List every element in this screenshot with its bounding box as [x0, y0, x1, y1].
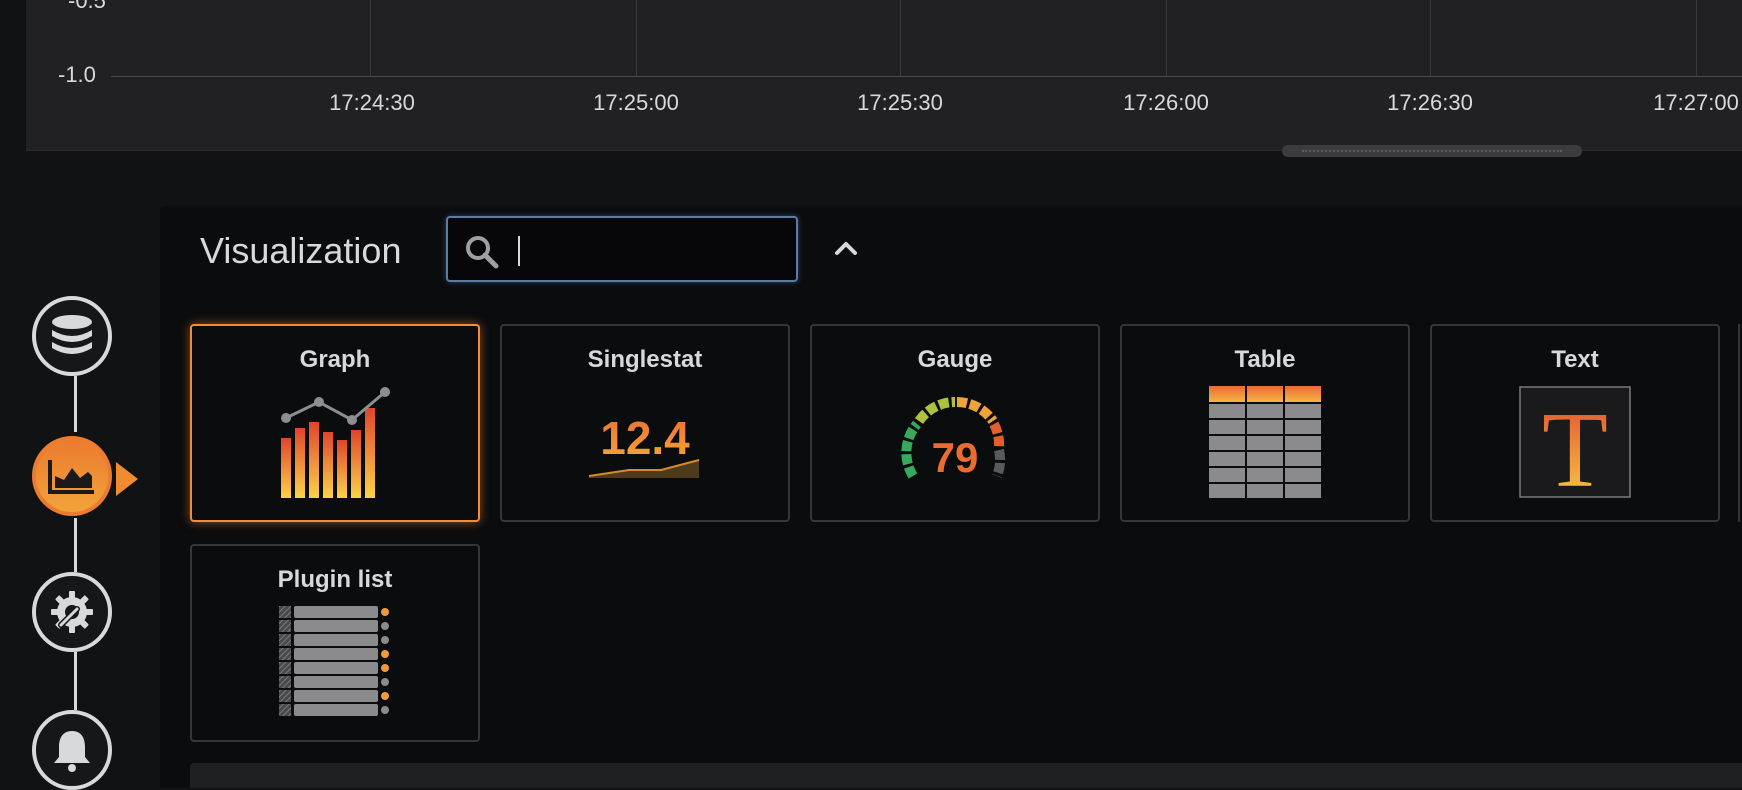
- visualization-search-box[interactable]: [446, 216, 798, 282]
- active-step-pointer: [116, 462, 138, 496]
- viz-card-table[interactable]: Table: [1120, 324, 1410, 522]
- text-caret: [518, 236, 520, 266]
- x-axis-tick: 17:24:30: [329, 90, 415, 115]
- x-axis-tick: 17:25:00: [593, 90, 679, 115]
- viz-card-label: Gauge: [917, 346, 993, 373]
- viz-card-label: Text: [1551, 346, 1599, 373]
- step-connector: [74, 518, 77, 572]
- viz-card-gauge[interactable]: Gauge 79: [810, 324, 1100, 522]
- gauge-thumbnail-icon: 79: [901, 397, 1006, 481]
- gear-wrench-icon: [51, 591, 93, 633]
- visualization-title: Visualization: [200, 230, 402, 271]
- gauge-value: 79: [932, 434, 979, 481]
- step-general[interactable]: [32, 572, 112, 652]
- grid-line: [1696, 0, 1697, 76]
- viz-card-graph[interactable]: Graph: [190, 324, 480, 522]
- graph-panel: -0.5 -1.0 17:24:30 17:25:00 17:25:30 17:…: [26, 0, 1742, 151]
- visualization-panel: Visualization Graph Singlestat 12.4 Gaug…: [160, 206, 1742, 788]
- chevron-up-icon[interactable]: [832, 236, 860, 260]
- grid-line: [900, 0, 901, 76]
- search-icon: [466, 236, 499, 269]
- database-icon: [52, 315, 92, 354]
- x-axis-tick: 17:27:00: [1653, 90, 1739, 115]
- x-axis-line: [111, 76, 1742, 77]
- grid-line: [1430, 0, 1431, 76]
- viz-card-label: Graph: [299, 346, 371, 373]
- table-thumbnail-icon: [1209, 386, 1321, 498]
- visualization-search-input[interactable]: [516, 228, 790, 274]
- text-thumbnail-icon: T: [1519, 386, 1631, 498]
- viz-card-text[interactable]: Text T: [1430, 324, 1720, 522]
- step-connector: [74, 652, 77, 710]
- singlestat-thumbnail-icon: 12.4: [589, 412, 700, 478]
- viz-card-singlestat[interactable]: Singlestat 12.4: [500, 324, 790, 522]
- viz-card-label: Plugin list: [277, 566, 393, 593]
- singlestat-value: 12.4: [600, 412, 690, 464]
- viz-card-partial[interactable]: [1738, 324, 1742, 522]
- x-axis-tick: 17:26:00: [1123, 90, 1209, 115]
- step-queries[interactable]: [32, 296, 112, 376]
- options-section-header: [190, 763, 1742, 788]
- grid-line: [1166, 0, 1167, 76]
- horizontal-scrollbar[interactable]: [1282, 145, 1582, 157]
- grid-line: [370, 0, 371, 76]
- step-connector: [74, 376, 77, 432]
- y-axis-tick: -0.5: [68, 0, 106, 13]
- graph-thumbnail-icon: [281, 387, 390, 498]
- step-alert[interactable]: [32, 710, 112, 790]
- area-chart-icon: [48, 460, 94, 494]
- viz-card-label: Singlestat: [587, 346, 703, 373]
- y-axis-tick: -1.0: [58, 62, 96, 87]
- step-visualization[interactable]: [32, 436, 112, 516]
- viz-card-plugin-list[interactable]: Plugin list: [190, 544, 480, 742]
- bell-icon: [54, 731, 90, 772]
- x-axis-tick: 17:25:30: [857, 90, 943, 115]
- x-axis-tick: 17:26:30: [1387, 90, 1473, 115]
- viz-card-label: Table: [1234, 346, 1296, 373]
- grid-line: [636, 0, 637, 76]
- text-glyph: T: [1542, 391, 1608, 498]
- plugin-list-thumbnail-icon: [279, 606, 389, 716]
